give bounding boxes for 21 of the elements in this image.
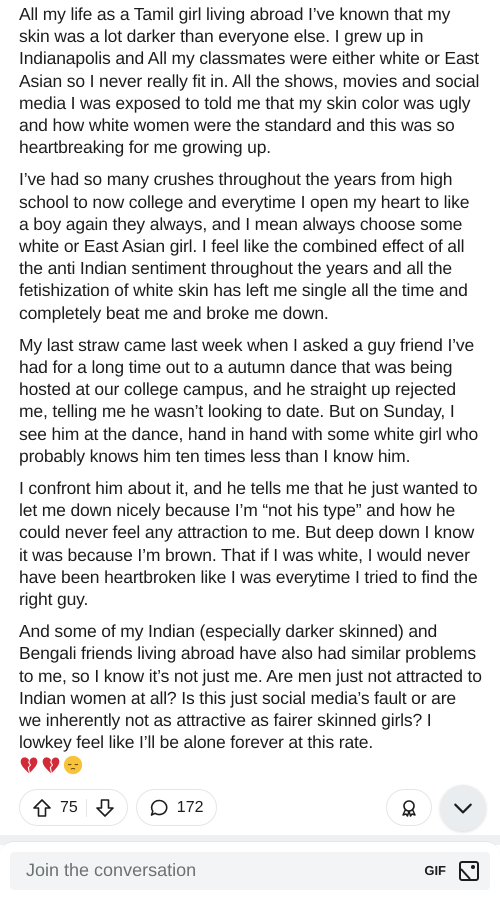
paragraph: And some of my Indian (especially darker skinned) and Bengali friends living abroad have also had similar problems to me, so I know it’s not just me. Are men just not attracted to Indian women at all? Is this just social media’s fault or are we inherently not as attractive as fairer skinned girls? I lowkey feel like I’ll be alone forever at this rate. bbox=[19, 620, 482, 754]
upvote-icon bbox=[32, 798, 52, 818]
paragraph: I’ve had so many crushes throughout the years from high school to now college and everytime I open my heart to like a boy again they always, and I mean always choose some white or East Asian girl. I feel like the combined effect of all the anti Indian sentiment throughout the years and all the fetishization of white skin has left me single all the time and completely beat me and broke me down. bbox=[19, 168, 470, 324]
upvote-button[interactable] bbox=[32, 798, 52, 818]
image-button[interactable] bbox=[458, 860, 480, 882]
broken-heart-icon bbox=[19, 754, 39, 774]
paragraph: My last straw came last week when I asked a guy friend I’ve had for a long time out to a autumn dance that was being hosted at our college campus, and he straight up rejected me, telling me he wasn’t looking to date. But on Sunday, I see him at the dance, hand in hand with some white girl who probably knows him ten times less than I know him. bbox=[19, 334, 480, 468]
comments-button[interactable]: 172 bbox=[136, 789, 216, 826]
vote-count: 75 bbox=[60, 798, 78, 818]
expand-button[interactable] bbox=[440, 784, 486, 830]
gif-button[interactable]: GIF bbox=[424, 860, 446, 880]
comment-field[interactable]: Join the conversation GIF bbox=[10, 852, 490, 890]
downvote-button[interactable] bbox=[94, 798, 115, 818]
image-icon bbox=[458, 860, 480, 882]
paragraph: I confront him about it, and he tells me that he just wanted to let me down nicely because I’m “not his type” and how he could never feel any attraction to me. But deep down I know it was because I’m brown. That if I was white, I would never have been heartbroken like I was everytime I tried to find the right guy. bbox=[19, 477, 479, 610]
pensive-face-icon bbox=[63, 754, 83, 774]
broken-heart-icon bbox=[41, 754, 61, 774]
award-button[interactable] bbox=[386, 789, 432, 826]
comment-icon bbox=[148, 798, 169, 818]
paragraph: All my life as a Tamil girl living abroad I’ve known that my skin was a lot darker than everyone else. I grew up in Indianapolis and All my classmates were either white or East Asian so I never really fit in. All the shows, movies and social media I was exposed to told me that my skin color was ugly and how white women were the standard and this was so heartbreaking for me growing up. bbox=[19, 3, 480, 158]
downvote-icon bbox=[94, 798, 115, 818]
